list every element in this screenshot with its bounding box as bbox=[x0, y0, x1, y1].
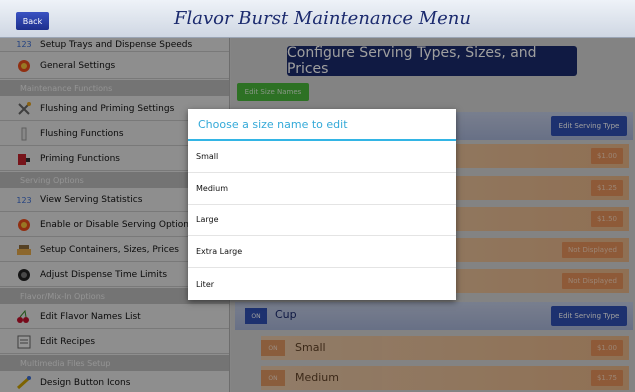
app-title: Flavor Burst Maintenance Menu bbox=[174, 8, 471, 29]
back-button[interactable]: Back bbox=[16, 12, 49, 30]
dialog-option-liter[interactable]: Liter bbox=[188, 268, 456, 300]
dialog-title: Choose a size name to edit bbox=[188, 109, 456, 141]
dialog-option-medium[interactable]: Medium bbox=[188, 173, 456, 205]
dialog-option-large[interactable]: Large bbox=[188, 205, 456, 237]
dialog-option-small[interactable]: Small bbox=[188, 141, 456, 173]
size-name-dialog: Choose a size name to edit Small Medium … bbox=[188, 109, 456, 300]
top-bar: Back Flavor Burst Maintenance Menu bbox=[0, 0, 635, 38]
dialog-option-extra-large[interactable]: Extra Large bbox=[188, 236, 456, 269]
